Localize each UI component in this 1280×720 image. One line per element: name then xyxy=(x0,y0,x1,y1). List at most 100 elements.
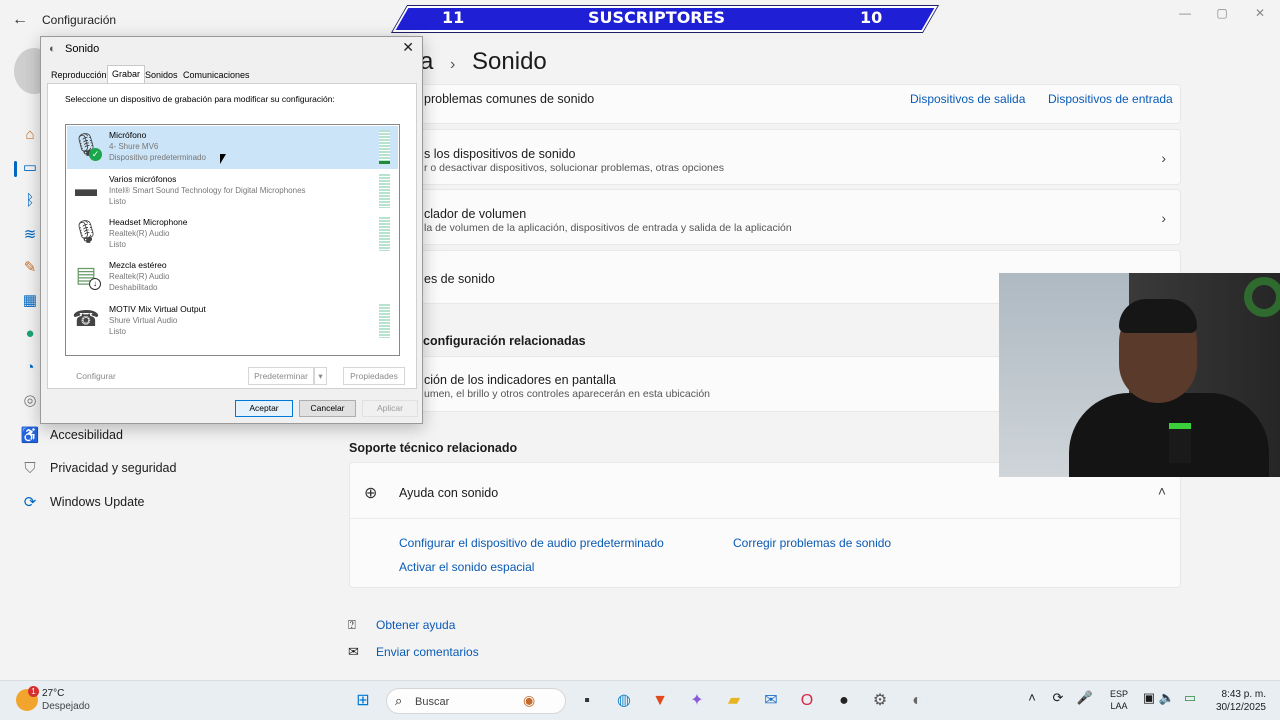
device-name: Micrófono xyxy=(109,130,147,140)
weather-description[interactable]: Despejado xyxy=(42,701,90,712)
device-name: Mezcla estéreo xyxy=(109,260,167,270)
help-link-fix-sound[interactable]: Corregir problemas de sonido xyxy=(733,536,891,550)
send-feedback-link[interactable]: Enviar comentarios xyxy=(376,645,479,659)
weather-badge: 1 xyxy=(28,686,39,697)
sound-app-icon[interactable]: ◐ xyxy=(906,690,928,712)
apply-button[interactable]: Aplicar xyxy=(362,400,418,417)
get-help-link[interactable]: Obtener ayuda xyxy=(376,618,455,632)
banner-title: SUSCRIPTORES xyxy=(588,8,726,27)
minimize-button[interactable]: — xyxy=(1170,6,1200,22)
set-default-button[interactable]: Predeterminar xyxy=(248,367,314,385)
instruction-text: Seleccione un dispositivo de grabación p… xyxy=(65,94,335,104)
level-meter xyxy=(379,304,390,338)
tab-communications[interactable]: Comunicaciones xyxy=(179,67,254,83)
microphone-icon: 🎙 xyxy=(72,219,100,244)
brave-icon[interactable]: ▼ xyxy=(649,690,671,712)
speaker-icon: ◐ xyxy=(49,43,56,55)
obs-icon[interactable]: ● xyxy=(833,690,855,712)
close-icon[interactable]: ✕ xyxy=(402,39,414,56)
show-hidden-icons-chevron-icon[interactable]: ˄ xyxy=(1022,690,1042,705)
get-help-icon: ⍰ xyxy=(348,617,356,632)
opera-icon[interactable]: O xyxy=(796,690,818,712)
mouse-cursor xyxy=(220,154,226,164)
language-code: ESP xyxy=(1109,689,1128,699)
back-arrow-icon[interactable]: ← xyxy=(10,10,30,30)
configure-button[interactable]: Configurar xyxy=(65,367,127,385)
sidebar-item-accessibility[interactable]: ♿ Accesibilidad xyxy=(20,421,280,451)
output-devices-link[interactable]: Dispositivos de salida xyxy=(910,92,1025,106)
system-icon[interactable]: ▭ xyxy=(20,158,40,178)
tab-recording[interactable]: Grabar xyxy=(107,65,146,83)
maximize-button[interactable]: ▢ xyxy=(1207,6,1237,22)
page-title: Sonido xyxy=(472,48,547,75)
list-item[interactable]: ☎ MOTIV Mix Virtual Output Shure Virtual… xyxy=(67,300,398,343)
webcam-mic-icon: ▬ xyxy=(75,176,97,201)
sidebar-selection-indicator xyxy=(14,161,17,177)
list-item[interactable]: 🎙 ✓ Micrófono 4- Shure MV6 Dispositivo p… xyxy=(67,126,398,169)
gaming-icon[interactable]: ◎ xyxy=(20,391,40,411)
sidebar-item-windows-update[interactable]: ⟳ Windows Update xyxy=(20,488,280,518)
taskbar-search[interactable]: ⌕ Buscar ◉ xyxy=(386,688,566,714)
start-windows-icon[interactable]: ⊞ xyxy=(352,690,374,712)
clock[interactable]: 8:43 p. m. 30/12/2025 xyxy=(1208,688,1266,714)
tab-panel: Seleccione un dispositivo de grabación p… xyxy=(47,83,417,389)
dialog-title: Sonido xyxy=(65,43,100,55)
help-title[interactable]: Ayuda con sonido xyxy=(399,486,498,500)
bluetooth-icon[interactable]: ᛒ xyxy=(20,191,40,211)
banner-left-count: 11 xyxy=(442,8,465,27)
card-title: ción de los indicadores en pantalla xyxy=(424,373,616,387)
set-default-dropdown-icon[interactable]: ▾ xyxy=(314,367,327,385)
list-item[interactable]: ▤ ↓ Mezcla estéreo Realtek(R) Audio Desh… xyxy=(67,256,398,299)
keyboard-layout: LAA xyxy=(1110,701,1128,711)
device-driver: 4- Shure MV6 xyxy=(109,142,159,151)
tab-sounds[interactable]: Sonidos xyxy=(141,67,182,83)
microphone xyxy=(1169,423,1191,463)
list-item[interactable]: 🎙 Headset Microphone Realtek(R) Audio Li… xyxy=(67,213,398,256)
properties-button[interactable]: Propiedades xyxy=(343,367,405,385)
outlook-icon[interactable]: ✉ xyxy=(760,690,782,712)
tab-playback[interactable]: Reproducción xyxy=(47,67,111,83)
input-devices-link[interactable]: Dispositivos de entrada xyxy=(1048,92,1173,106)
help-link-default-device[interactable]: Configurar el dispositivo de audio prede… xyxy=(399,536,664,550)
sidebar-item-privacy[interactable]: ⛉ Privacidad y seguridad xyxy=(20,454,280,484)
list-item[interactable]: ▬ Varios micrófonos Intel® Smart Sound T… xyxy=(67,170,398,213)
chevron-up-icon[interactable]: ˄ xyxy=(1158,483,1166,499)
apps-icon[interactable]: ▦ xyxy=(20,291,40,311)
cancel-button[interactable]: Cancelar xyxy=(299,400,356,417)
device-status: Deshabilitado xyxy=(109,283,158,292)
help-with-sound-card: ⊕ Ayuda con sonido ˄ Configurar el dispo… xyxy=(349,462,1181,588)
time-language-icon[interactable]: ◔ xyxy=(20,358,40,378)
help-link-spatial-sound[interactable]: Activar el sonido espacial xyxy=(399,560,534,574)
sidebar-item-label: Accesibilidad xyxy=(50,428,123,442)
all-sound-devices-card[interactable]: s los dispositivos de sonido r o desacti… xyxy=(349,129,1181,185)
level-meter xyxy=(379,217,390,251)
sidebar-item-label: Privacidad y seguridad xyxy=(50,461,177,475)
disabled-arrow-icon: ↓ xyxy=(89,278,101,290)
battery-tray-icon[interactable]: ▭ xyxy=(1180,690,1200,706)
device-driver: Realtek(R) Audio xyxy=(109,229,170,238)
close-button[interactable]: ✕ xyxy=(1245,6,1275,22)
default-check-icon: ✓ xyxy=(89,148,102,161)
network-tray-icon[interactable]: ▣ xyxy=(1139,690,1159,706)
shield-icon: ⛉ xyxy=(24,460,36,477)
ok-button[interactable]: Aceptar xyxy=(235,400,293,417)
level-meter xyxy=(379,174,390,208)
volume-mixer-card[interactable]: clador de volumen la de volumen de la ap… xyxy=(349,189,1181,245)
home-icon[interactable]: ⌂ xyxy=(20,125,40,145)
accounts-icon[interactable]: ● xyxy=(20,324,40,344)
personalization-icon[interactable]: ✎ xyxy=(20,258,40,278)
volume-tray-icon[interactable]: 🔈 xyxy=(1157,690,1177,706)
weather-temperature[interactable]: 27°C xyxy=(42,688,64,699)
file-explorer-icon[interactable]: ▰ xyxy=(723,690,745,712)
copilot-icon[interactable]: ✦ xyxy=(686,690,708,712)
settings-gear-icon[interactable]: ⚙ xyxy=(869,690,891,712)
microphone-tray-icon[interactable]: 🎤 xyxy=(1075,690,1095,706)
task-view-icon[interactable]: ▪ xyxy=(576,690,598,712)
card-subtitle: umen, el brillo y otros controles aparec… xyxy=(424,388,710,400)
banner-right-count: 10 xyxy=(860,8,883,27)
network-icon[interactable]: ≋ xyxy=(20,225,40,245)
edge-icon[interactable]: ◍ xyxy=(613,690,635,712)
sync-icon[interactable]: ⟳ xyxy=(1048,690,1068,706)
search-placeholder: Buscar xyxy=(415,696,450,708)
language-indicator[interactable]: ESP LAA xyxy=(1108,688,1130,712)
